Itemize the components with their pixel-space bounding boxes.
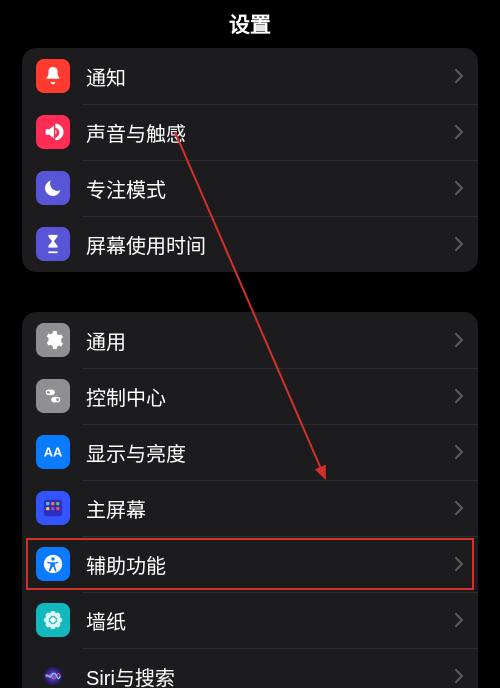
settings-row-controlcenter[interactable]: 控制中心	[22, 368, 478, 424]
settings-row-label: 辅助功能	[86, 550, 454, 579]
settings-row-label: 专注模式	[86, 174, 454, 203]
chevron-right-icon	[454, 180, 464, 196]
chevron-right-icon	[454, 332, 464, 348]
flower-icon	[36, 603, 70, 637]
speaker-icon	[36, 115, 70, 149]
settings-row-display[interactable]: AA 显示与亮度	[22, 424, 478, 480]
aa-icon: AA	[36, 435, 70, 469]
settings-row-screentime[interactable]: 屏幕使用时间	[22, 216, 478, 272]
settings-row-label: 声音与触感	[86, 118, 454, 147]
settings-group: 通用控制中心 AA 显示与亮度主屏幕辅助功能墙纸 Siri与搜索	[22, 312, 478, 688]
chevron-right-icon	[454, 444, 464, 460]
moon-icon	[36, 171, 70, 205]
chevron-right-icon	[454, 124, 464, 140]
settings-row-label: Siri与搜索	[86, 662, 454, 688]
settings-row-label: 主屏幕	[86, 494, 454, 523]
settings-row-notifications[interactable]: 通知	[22, 48, 478, 104]
accessibility-icon	[36, 547, 70, 581]
settings-row-label: 控制中心	[86, 382, 454, 411]
chevron-right-icon	[454, 500, 464, 516]
settings-group: 通知声音与触感专注模式屏幕使用时间	[22, 48, 478, 272]
switches-icon	[36, 379, 70, 413]
hourglass-icon	[36, 227, 70, 261]
settings-row-sounds[interactable]: 声音与触感	[22, 104, 478, 160]
page-title: 设置	[0, 0, 500, 48]
grid-icon	[36, 491, 70, 525]
settings-row-label: 显示与亮度	[86, 438, 454, 467]
chevron-right-icon	[454, 668, 464, 684]
bell-icon	[36, 59, 70, 93]
settings-row-label: 通用	[86, 326, 454, 355]
chevron-right-icon	[454, 388, 464, 404]
chevron-right-icon	[454, 236, 464, 252]
settings-row-label: 通知	[86, 62, 454, 91]
page-title-text: 设置	[229, 9, 271, 39]
settings-scroll: 通知声音与触感专注模式屏幕使用时间通用控制中心 AA 显示与亮度主屏幕辅助功能墙纸 S…	[0, 48, 500, 688]
settings-row-label: 墙纸	[86, 606, 454, 635]
settings-row-homescreen[interactable]: 主屏幕	[22, 480, 478, 536]
settings-row-focus[interactable]: 专注模式	[22, 160, 478, 216]
settings-row-accessibility[interactable]: 辅助功能	[22, 536, 478, 592]
chevron-right-icon	[454, 556, 464, 572]
gear-icon	[36, 323, 70, 357]
siri-icon	[36, 659, 70, 688]
chevron-right-icon	[454, 68, 464, 84]
chevron-right-icon	[454, 612, 464, 628]
settings-row-siri[interactable]: Siri与搜索	[22, 648, 478, 688]
svg-text:AA: AA	[44, 445, 63, 460]
settings-row-wallpaper[interactable]: 墙纸	[22, 592, 478, 648]
settings-row-label: 屏幕使用时间	[86, 230, 454, 259]
settings-row-general[interactable]: 通用	[22, 312, 478, 368]
